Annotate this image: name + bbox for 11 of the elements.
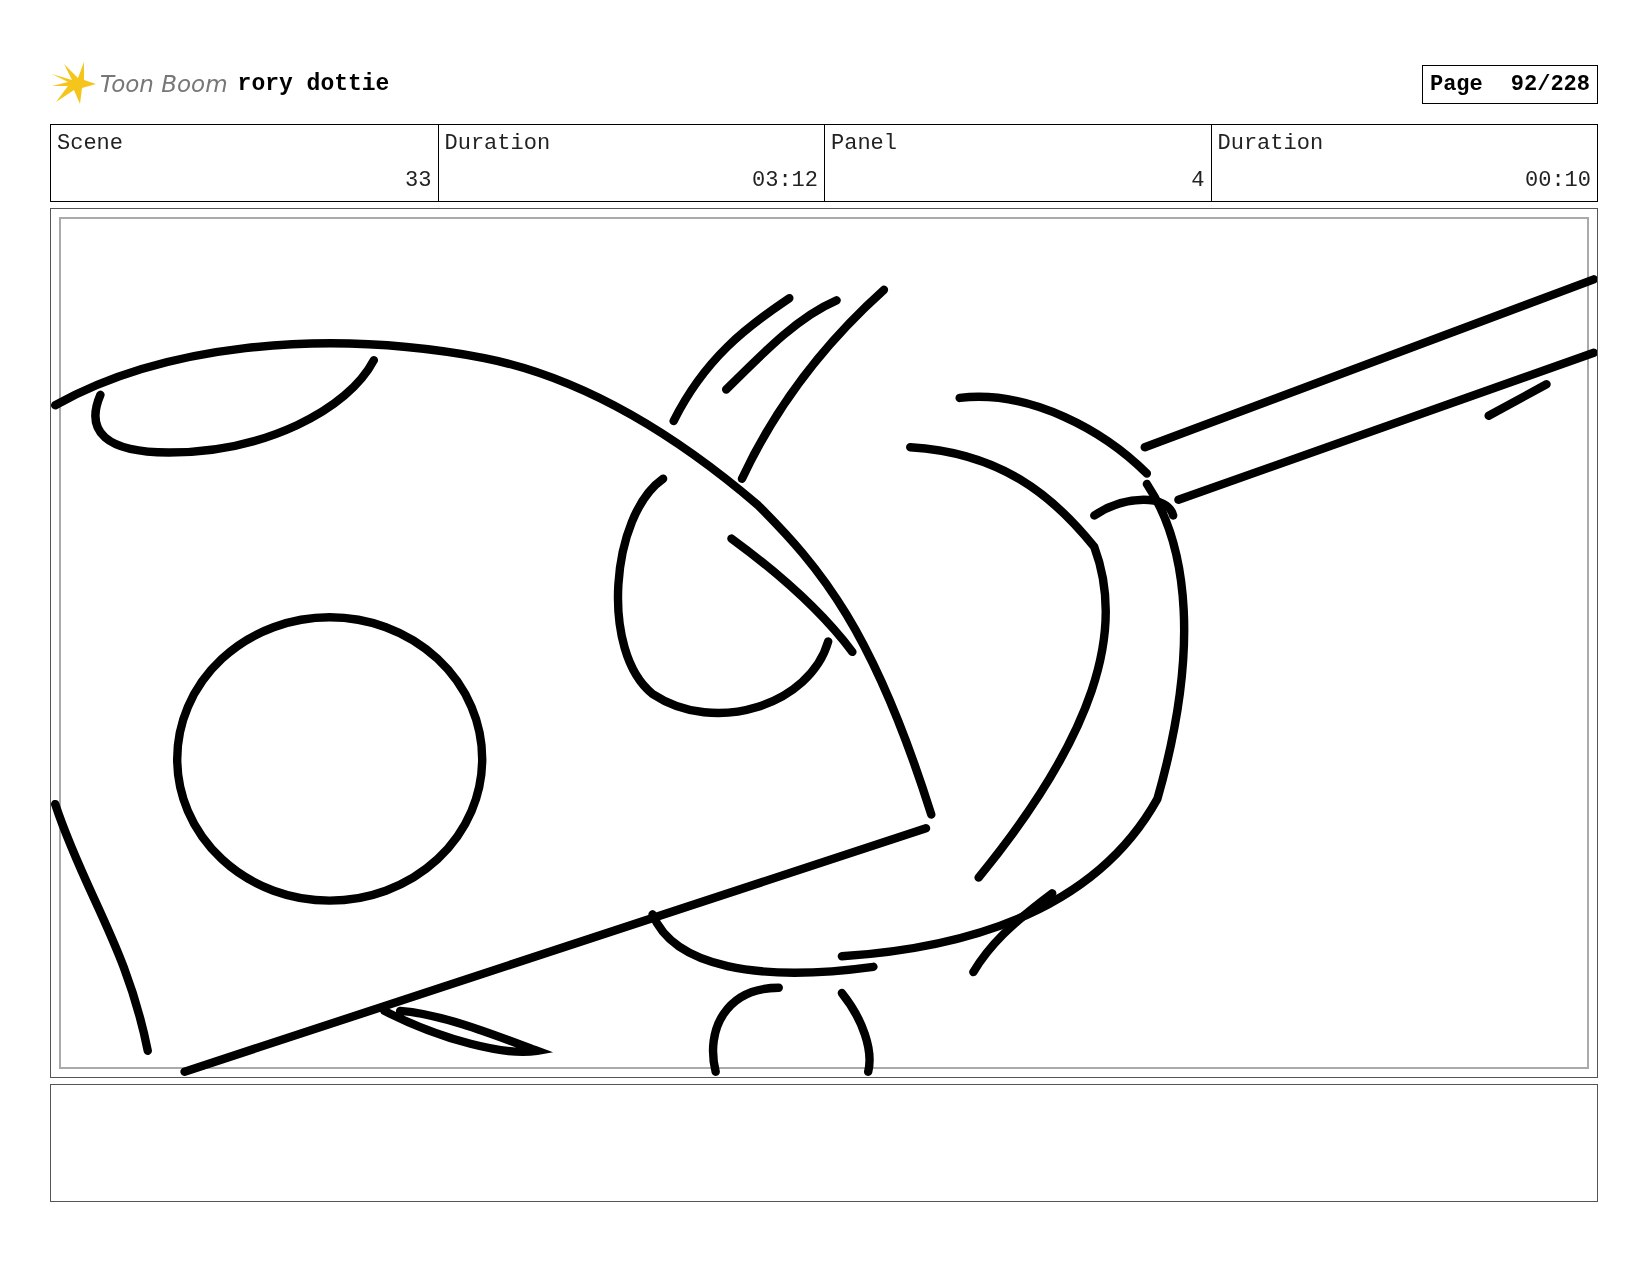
column-heading: Scene [57, 131, 124, 156]
table-entry: 03:12 [751, 168, 818, 193]
table-entry: 00:10 [1524, 168, 1591, 193]
column-heading: Panel [831, 131, 898, 156]
table-entry: 4 [1190, 168, 1205, 193]
project-title: rory dottie [237, 71, 390, 97]
page-counter: Page 92/228 [1421, 64, 1598, 104]
column-heading: Duration [1217, 131, 1325, 156]
logo: Toon Boom [50, 60, 228, 108]
column-heading: Duration [444, 131, 552, 156]
table-entry: 33 [404, 168, 432, 193]
